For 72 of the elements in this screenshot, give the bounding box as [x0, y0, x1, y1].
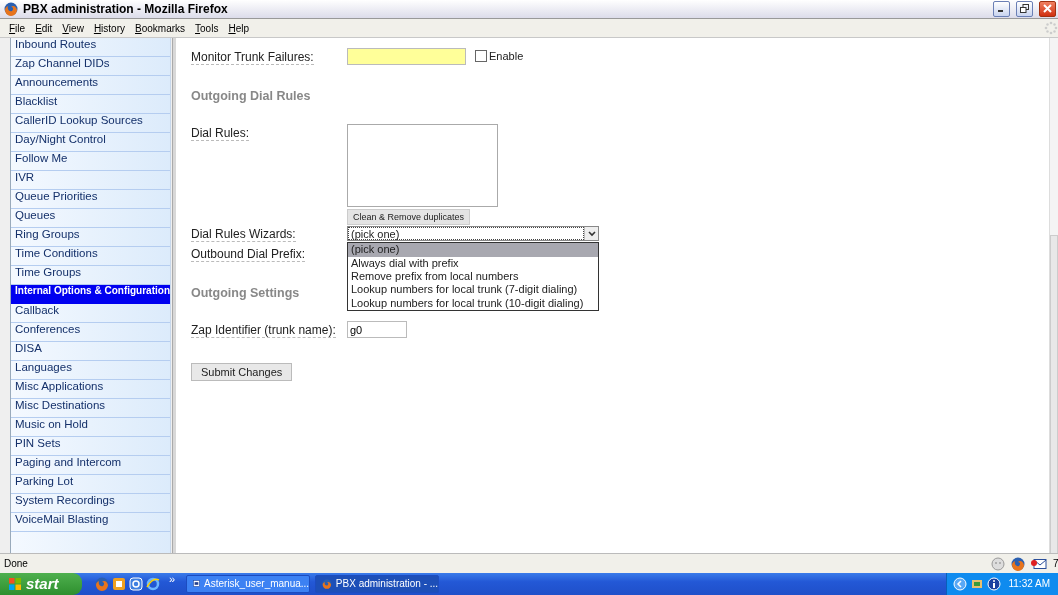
menu-item[interactable]: History: [88, 22, 130, 34]
internet-explorer-icon[interactable]: [146, 577, 160, 591]
text-field[interactable]: [347, 48, 466, 66]
sidebar-item[interactable]: Time Conditions: [11, 247, 170, 267]
menu-item[interactable]: Tools: [190, 22, 224, 34]
field-label: Zap Identifier (trunk name):: [191, 323, 336, 339]
sidebar-item[interactable]: Ring Groups: [11, 228, 170, 248]
dropdown-option[interactable]: Lookup numbers for local trunk (7-digit dialing): [348, 283, 598, 297]
sidebar-item[interactable]: Announcements: [11, 76, 170, 96]
window-title: PBX administration - Mozilla Firefox: [23, 1, 229, 16]
sidebar-item[interactable]: Internal Options & Configuration: [11, 285, 170, 305]
field-label: Dial Rules Wizards:: [191, 227, 296, 243]
sidebar-item[interactable]: Blacklist: [11, 95, 170, 115]
sidebar-item[interactable]: Inbound Routes: [11, 38, 170, 58]
field-label: Monitor Trunk Failures:: [191, 50, 314, 66]
dropdown-option[interactable]: Lookup numbers for local trunk (10-digit dialing): [348, 296, 598, 310]
firefox-icon: [1011, 556, 1025, 571]
sidebar-item[interactable]: CallerID Lookup Sources: [11, 114, 170, 134]
chevron-left-icon[interactable]: [953, 577, 968, 591]
chevron-down-icon: [587, 230, 596, 237]
field-label: Outbound Dial Prefix:: [191, 247, 306, 263]
mail-icon[interactable]: [1031, 557, 1047, 570]
sidebar-item[interactable]: Misc Destinations: [11, 399, 170, 419]
windows-logo-icon: [8, 577, 22, 591]
status-text: Done: [4, 558, 28, 570]
sidebar-item[interactable]: Queue Priorities: [11, 190, 170, 210]
sidebar-item[interactable]: VoiceMail Blasting: [11, 513, 170, 533]
firefox-icon: [322, 577, 332, 591]
mail-count: 7: [1053, 558, 1058, 570]
close-icon: [1043, 4, 1052, 14]
sidebar-item[interactable]: Misc Applications: [11, 380, 170, 400]
section-heading: Outgoing Settings: [191, 286, 300, 301]
overflow-chevron[interactable]: »: [169, 573, 176, 585]
dropdown-option[interactable]: Remove prefix from local numbers: [348, 269, 598, 284]
sidebar-item[interactable]: PIN Sets: [11, 437, 170, 457]
menu-item[interactable]: Bookmarks: [130, 22, 191, 34]
firefox-icon: [4, 1, 18, 16]
sidebar-item[interactable]: Languages: [11, 361, 170, 381]
sidebar-item[interactable]: Zap Channel DIDs: [11, 57, 170, 77]
sidebar-item[interactable]: IVR: [11, 171, 170, 191]
close-button[interactable]: [1039, 0, 1056, 17]
clock: 11:32 AM: [1008, 578, 1050, 590]
dropdown-option[interactable]: Always dial with prefix: [348, 256, 598, 270]
section-heading: Outgoing Dial Rules: [191, 89, 311, 104]
sidebar-item[interactable]: Day/Night Control: [11, 133, 170, 153]
sidebar-item[interactable]: Queues: [11, 209, 170, 229]
taskbar-button[interactable]: Asterisk_user_manua...: [186, 575, 311, 593]
dropdown-option[interactable]: (pick one): [348, 243, 598, 257]
sidebar-item[interactable]: Follow Me: [11, 152, 170, 172]
taskbar-button[interactable]: PBX administration - ...: [315, 575, 440, 593]
clean-duplicates-button[interactable]: Clean & Remove duplicates: [347, 209, 471, 226]
submit-button[interactable]: Submit Changes: [191, 363, 293, 382]
sidebar-item[interactable]: Music on Hold: [11, 418, 170, 438]
menu-item[interactable]: Edit: [30, 22, 58, 34]
text-field[interactable]: g0: [347, 321, 407, 339]
sidebar-item[interactable]: Paging and Intercom: [11, 456, 170, 476]
sidebar-item[interactable]: Callback: [11, 304, 170, 324]
sidebar-item[interactable]: DISA: [11, 342, 170, 362]
restore-button[interactable]: [1016, 0, 1033, 17]
field-label: Dial Rules:: [191, 126, 250, 142]
checkbox[interactable]: [475, 50, 487, 63]
minimize-button[interactable]: [993, 0, 1010, 17]
menu-item[interactable]: Help: [223, 22, 254, 34]
menu-item[interactable]: File: [4, 22, 31, 34]
menu-item[interactable]: View: [57, 22, 89, 34]
sidebar-item[interactable]: System Recordings: [11, 494, 170, 514]
info-icon[interactable]: [987, 577, 1002, 591]
dropdown-field[interactable]: (pick one): [347, 226, 599, 242]
sidebar-item[interactable]: Parking Lot: [11, 475, 170, 495]
checkbox-label: Enable: [489, 50, 524, 63]
sidebar-item[interactable]: Conferences: [11, 323, 170, 343]
restore-icon: [1020, 4, 1029, 14]
